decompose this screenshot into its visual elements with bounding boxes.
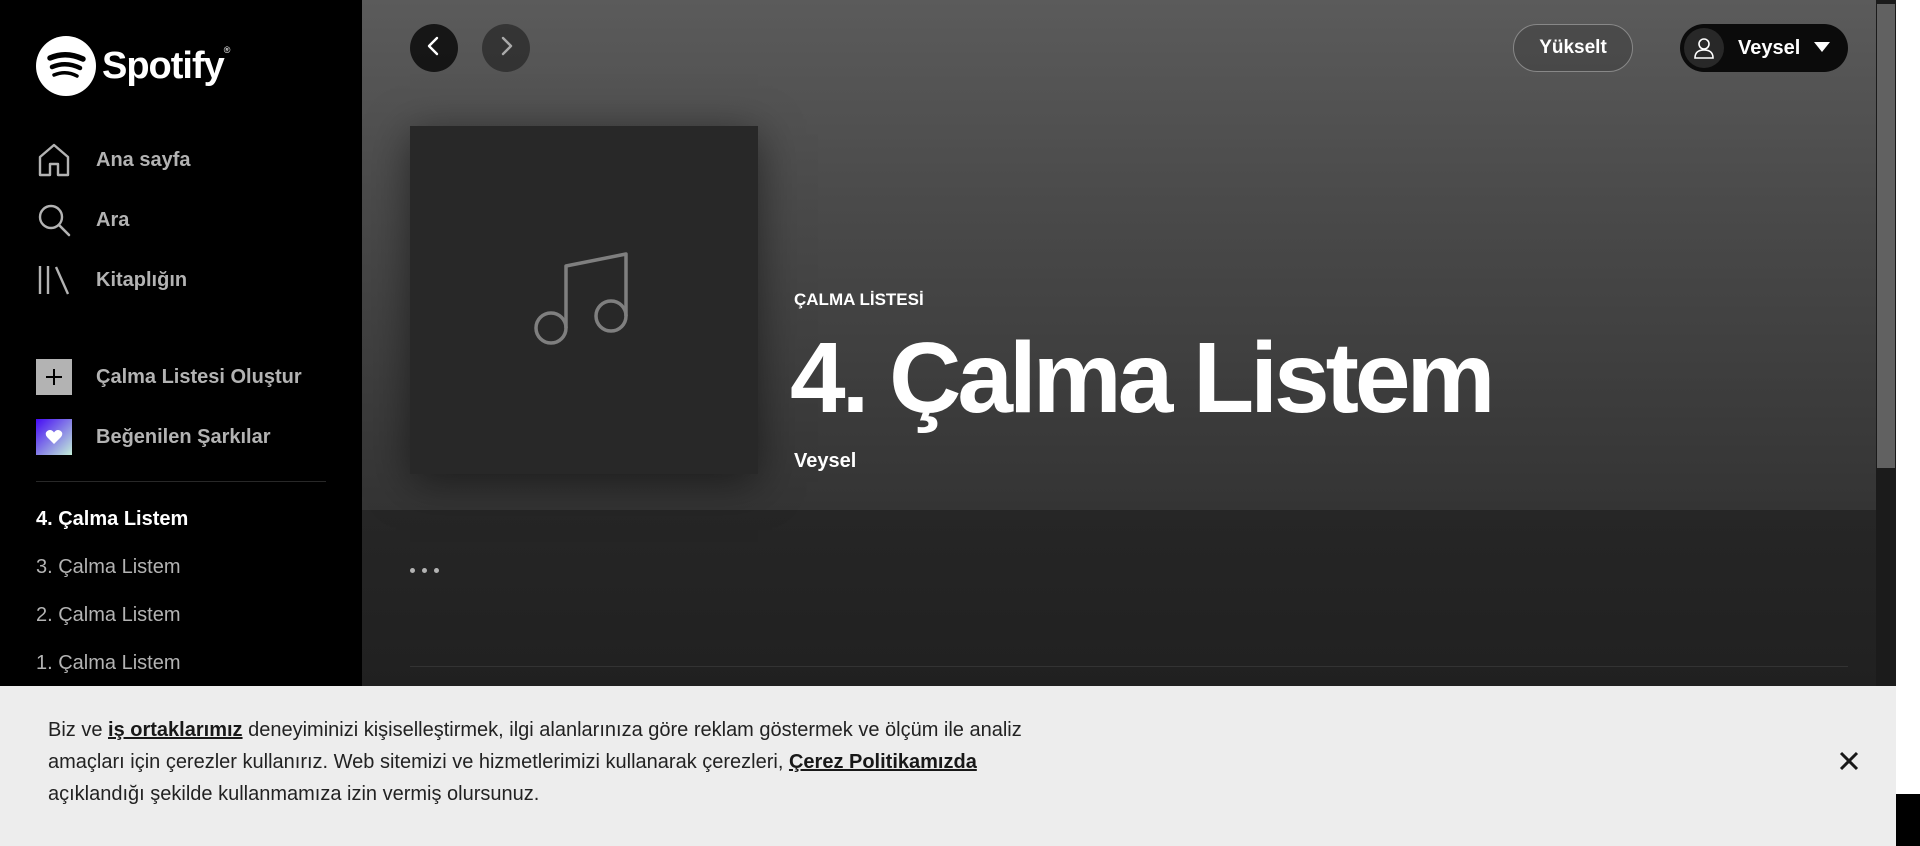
- chevron-left-icon: [423, 35, 445, 62]
- sidebar-playlist-item[interactable]: 3. Çalma Listem: [36, 548, 326, 596]
- playlist-type-label: ÇALMA LİSTESİ: [794, 290, 924, 309]
- window-edge: [1896, 0, 1920, 846]
- sidebar-playlist-item[interactable]: 4. Çalma Listem: [36, 500, 326, 548]
- user-menu-button[interactable]: Veysel: [1680, 24, 1848, 72]
- playlist-owner[interactable]: Veysel: [794, 450, 856, 473]
- chevron-right-icon: [495, 35, 517, 62]
- user-icon: [1684, 28, 1724, 68]
- plus-icon: [36, 359, 72, 395]
- sidebar-item-search[interactable]: Ara: [36, 200, 336, 240]
- forward-button[interactable]: [482, 24, 530, 72]
- library-icon: [36, 262, 72, 298]
- close-icon: [1839, 751, 1859, 776]
- spotify-logo-icon: [36, 36, 96, 96]
- cookie-text-part: açıklandığı şekilde kullanmamıza izin ve…: [48, 783, 540, 805]
- sidebar-playlist-item[interactable]: 1. Çalma Listem: [36, 644, 326, 692]
- sidebar-item-label: Ana sayfa: [96, 148, 191, 171]
- cookie-banner-text: Biz ve iş ortaklarımız deneyiminizi kişi…: [48, 714, 1038, 810]
- back-button[interactable]: [410, 24, 458, 72]
- more-dot: [422, 567, 427, 573]
- spotify-wordmark: Spotify®: [102, 44, 230, 87]
- close-button[interactable]: [1834, 748, 1864, 778]
- create-playlist-label: Çalma Listesi Oluştur: [96, 365, 302, 388]
- user-name: Veysel: [1738, 36, 1801, 59]
- create-playlist-button[interactable]: Çalma Listesi Oluştur: [36, 357, 326, 397]
- caret-down-icon: [1814, 39, 1831, 57]
- liked-songs-button[interactable]: Beğenilen Şarkılar: [36, 417, 326, 457]
- content-divider: [410, 666, 1848, 667]
- sidebar-nav: Ana sayfa Ara Kitaplığın: [36, 140, 336, 320]
- upgrade-button[interactable]: Yükselt: [1513, 24, 1633, 72]
- sidebar-item-home[interactable]: Ana sayfa: [36, 140, 336, 180]
- spotify-logo[interactable]: Spotify®: [36, 36, 230, 96]
- cookie-banner: Biz ve iş ortaklarımız deneyiminizi kişi…: [0, 686, 1896, 846]
- playlist-cover[interactable]: [410, 126, 758, 474]
- sidebar-item-label: Kitaplığın: [96, 268, 188, 291]
- home-icon: [36, 142, 72, 178]
- playlist-title[interactable]: 4. Çalma Listem: [790, 320, 1495, 436]
- more-options-button[interactable]: [410, 556, 458, 584]
- cookie-policy-link[interactable]: Çerez Politikamızda: [789, 751, 977, 773]
- cookie-text-part: Biz ve: [48, 719, 109, 741]
- window-edge-dark: [1896, 794, 1920, 846]
- sidebar-item-library[interactable]: Kitaplığın: [36, 260, 336, 300]
- more-dot: [434, 567, 439, 573]
- sidebar-actions: Çalma Listesi Oluştur Beğenilen Şarkılar: [36, 357, 326, 477]
- search-icon: [36, 202, 72, 238]
- scrollbar-thumb[interactable]: [1877, 4, 1895, 468]
- partners-link[interactable]: iş ortaklarımız: [108, 719, 243, 741]
- sidebar-divider: [36, 481, 326, 482]
- music-note-icon: [534, 248, 634, 353]
- sidebar-playlist-list: 4. Çalma Listem 3. Çalma Listem 2. Çalma…: [36, 500, 326, 692]
- sidebar-playlist-item[interactable]: 2. Çalma Listem: [36, 596, 326, 644]
- more-dot: [410, 567, 415, 573]
- liked-songs-label: Beğenilen Şarkılar: [96, 425, 271, 448]
- sidebar-item-label: Ara: [96, 208, 130, 231]
- heart-icon: [36, 419, 72, 455]
